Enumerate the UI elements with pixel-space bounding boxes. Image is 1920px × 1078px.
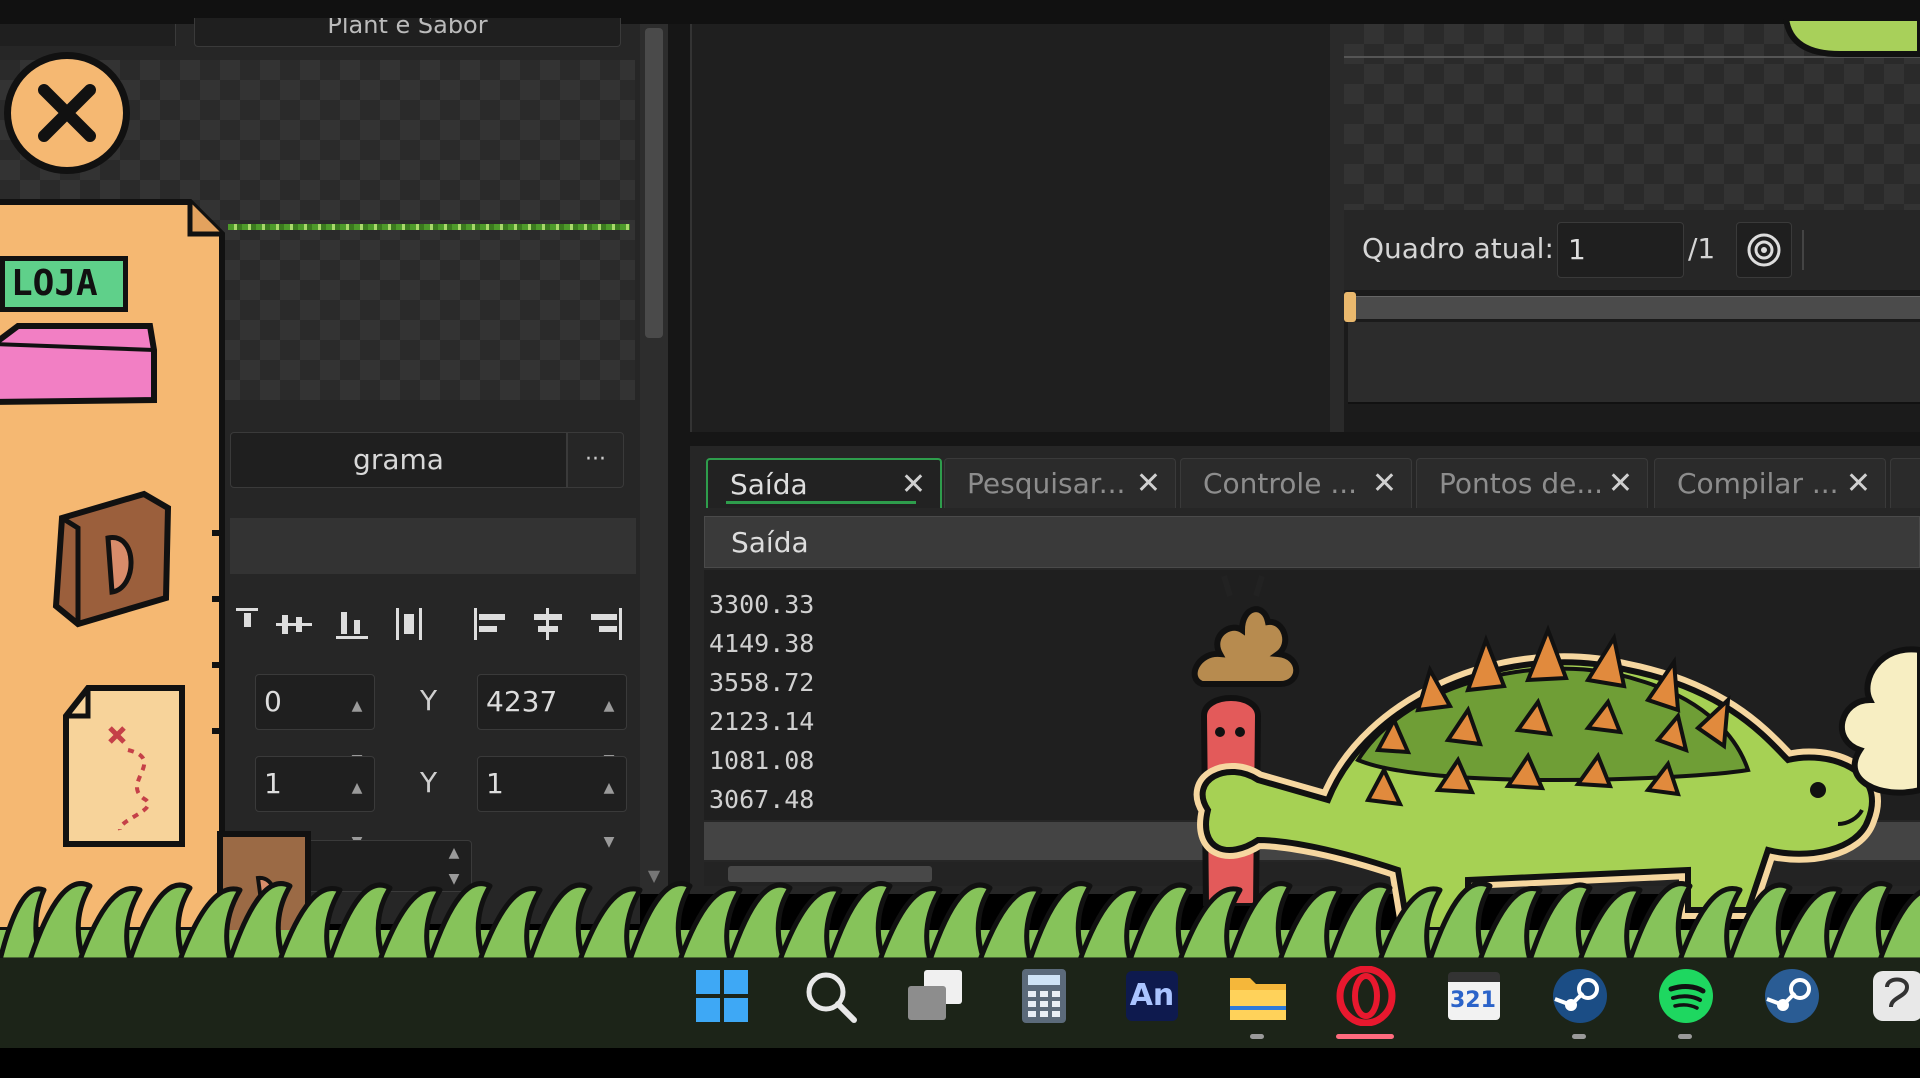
tab-search[interactable]: Pesquisar... ✕ — [944, 458, 1176, 508]
tab-overflow[interactable] — [1890, 458, 1920, 508]
scale-y-input[interactable]: 1 ▲ ▼ — [477, 756, 627, 850]
distribute-icon[interactable] — [392, 606, 426, 642]
frame-value: 1 — [1568, 233, 1586, 266]
tab-breakpoints-label: Pontos de... — [1439, 467, 1604, 500]
close-icon[interactable]: ✕ — [1136, 459, 1161, 509]
cloud-shape — [1839, 646, 1920, 796]
tileset-name-field[interactable]: grama — [230, 432, 567, 488]
shop-counter — [0, 323, 157, 405]
steam-icon[interactable] — [1550, 966, 1610, 1026]
animate-icon[interactable]: An — [1122, 966, 1182, 1026]
tab-compile[interactable]: Compilar ... ✕ — [1654, 458, 1886, 508]
section-header — [230, 518, 636, 574]
room-viewport — [690, 24, 1332, 432]
top-field-text: Plant e Sabor — [327, 18, 488, 39]
timeline-track — [1348, 296, 1920, 319]
tab-output-label: Saída — [730, 468, 808, 501]
output-line: 2123.14 — [709, 707, 815, 736]
tab-source-control[interactable]: Controle ... ✕ — [1180, 458, 1412, 508]
viewport-divider — [1330, 24, 1344, 432]
tab-source-control-label: Controle ... — [1203, 467, 1358, 500]
stepper-arrows[interactable]: ▲▼ — [346, 761, 368, 850]
top-field[interactable]: Plant e Sabor — [194, 18, 621, 47]
position-y-label: Y — [420, 684, 438, 717]
media-player-label: 321 — [1450, 988, 1496, 1013]
align-middle-icon[interactable] — [274, 606, 314, 642]
output-line: 3300.33 — [709, 590, 815, 619]
align-right-icon[interactable] — [586, 606, 626, 642]
scale-y-value: 1 — [486, 767, 504, 800]
horizontal-splitter[interactable] — [690, 432, 1920, 446]
active-tab-underline — [726, 501, 916, 504]
position-y-value: 4237 — [486, 685, 558, 718]
onion-skin-button[interactable] — [1736, 222, 1792, 278]
tab-search-label: Pesquisar... — [967, 467, 1126, 500]
frame-input[interactable]: 1 — [1557, 222, 1684, 278]
shop-sidebar-notches — [212, 470, 224, 770]
scale-x-input[interactable]: 1 ▲▼ — [255, 756, 375, 850]
media-player-icon[interactable]: 321 — [1444, 966, 1504, 1026]
tab-output[interactable]: Saída ✕ — [706, 458, 942, 508]
close-icon — [38, 84, 96, 142]
tab-compile-label: Compilar ... — [1677, 467, 1839, 500]
frame-label: Quadro atual: — [1362, 232, 1554, 265]
stepper-arrows[interactable]: ▲▼ — [346, 679, 368, 768]
panel-scrollbar-thumb[interactable] — [645, 28, 663, 338]
windows-start-icon[interactable] — [692, 966, 752, 1026]
output-header: Saída — [704, 516, 1920, 568]
animate-icon-label: An — [1129, 978, 1175, 1013]
shop-sign[interactable]: LOJA — [0, 256, 128, 312]
tab-breakpoints[interactable]: Pontos de... ✕ — [1416, 458, 1648, 508]
search-icon[interactable] — [800, 966, 860, 1026]
output-line: 4149.38 — [709, 629, 815, 658]
scale-y-label: Y — [420, 766, 438, 799]
splitter[interactable] — [668, 24, 690, 894]
position-x-value: 0 — [264, 685, 282, 718]
treasure-map-icon[interactable] — [58, 680, 188, 852]
grass-foreground — [0, 881, 1920, 960]
more-label: ··· — [585, 447, 606, 472]
running-indicator — [1678, 1034, 1692, 1039]
frame-total: /1 — [1688, 232, 1716, 265]
close-overlay-button[interactable] — [4, 52, 130, 174]
output-line: 3558.72 — [709, 668, 815, 697]
screen-bottom-border — [0, 1048, 1920, 1078]
task-view-icon[interactable] — [906, 966, 966, 1026]
journal-icon[interactable] — [48, 488, 174, 628]
stepper-arrows[interactable]: ▲▼ — [598, 761, 620, 850]
align-left-icon[interactable] — [470, 606, 510, 642]
close-icon[interactable]: ✕ — [1846, 459, 1871, 509]
tileset-name: grama — [353, 443, 444, 476]
scale-x-value: 1 — [264, 767, 282, 800]
cortana-icon[interactable] — [1866, 966, 1920, 1026]
onion-skin-icon — [1747, 233, 1781, 267]
align-center-icon[interactable] — [528, 606, 568, 642]
calculator-icon[interactable] — [1014, 966, 1074, 1026]
align-toolbar — [230, 600, 630, 648]
tileset-more-button[interactable]: ··· — [567, 432, 624, 488]
close-icon[interactable]: ✕ — [1372, 459, 1397, 509]
align-bottom-icon[interactable] — [332, 606, 372, 642]
output-header-label: Saída — [731, 526, 809, 559]
running-indicator — [1572, 1034, 1586, 1039]
toolbar-separator — [1802, 230, 1804, 270]
grass-strip — [228, 224, 630, 230]
sprite-corner-art — [1782, 18, 1920, 57]
running-indicator-active — [1336, 1034, 1394, 1039]
shop-label: LOJA — [11, 263, 98, 304]
stepper-arrows[interactable]: ▲▼ — [598, 679, 620, 768]
opera-icon[interactable] — [1336, 966, 1396, 1026]
file-explorer-icon[interactable] — [1228, 966, 1288, 1026]
spotify-icon[interactable] — [1656, 966, 1716, 1026]
top-field-left — [0, 24, 176, 46]
output-line: 3067.48 — [709, 785, 815, 814]
timeline-frames — [1348, 322, 1920, 404]
running-indicator — [1250, 1034, 1264, 1039]
playhead-marker[interactable] — [1344, 292, 1356, 322]
output-line: 1081.08 — [709, 746, 815, 775]
steam-icon-2[interactable] — [1762, 966, 1822, 1026]
position-x-input[interactable]: 0 ▲▼ — [255, 674, 375, 768]
position-y-input[interactable]: 4237 ▲▼ — [477, 674, 627, 768]
close-icon[interactable]: ✕ — [1608, 459, 1633, 509]
